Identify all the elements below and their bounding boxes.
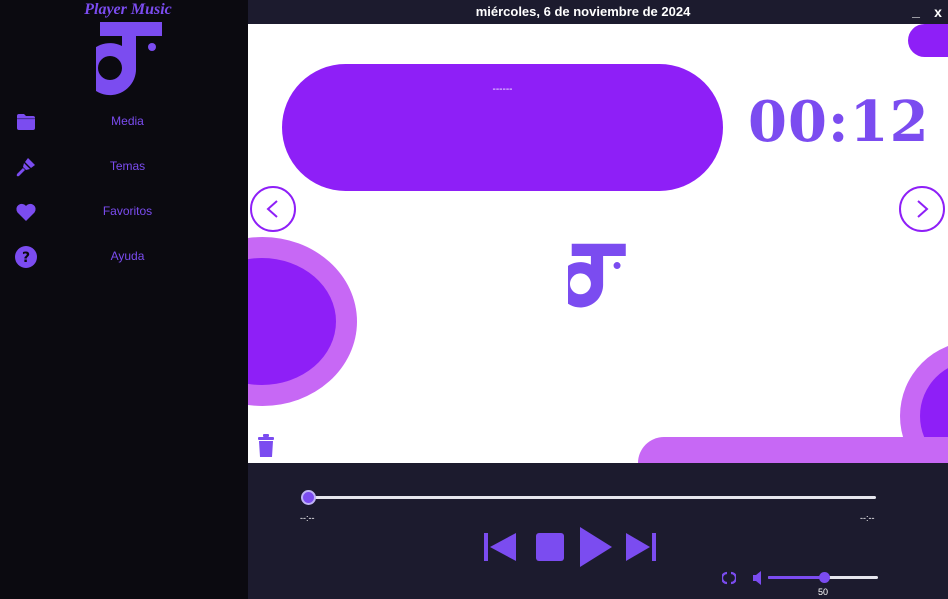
speaker-icon[interactable] xyxy=(752,571,764,585)
title-bar: miércoles, 6 de noviembre de 2024 _ x xyxy=(248,0,948,24)
sidebar-item-favoritos[interactable]: Favoritos xyxy=(0,194,248,228)
sidebar: Player Music Media Temas Favoritos ? Ayu… xyxy=(0,0,248,599)
sidebar-item-media[interactable]: Media xyxy=(0,104,248,138)
folder-icon xyxy=(17,114,35,130)
track-title: ------ xyxy=(492,84,513,95)
skip-previous-button[interactable] xyxy=(482,531,518,563)
play-button[interactable] xyxy=(578,525,614,569)
track-title-banner: ------ xyxy=(282,64,723,191)
repeat-icon[interactable] xyxy=(722,571,736,585)
sidebar-item-label: Temas xyxy=(109,159,146,173)
volume-slider-fill xyxy=(768,576,823,579)
minimize-button[interactable]: _ xyxy=(908,0,924,22)
sidebar-item-ayuda[interactable]: ? Ayuda xyxy=(0,239,248,273)
decorative-pill xyxy=(908,24,948,57)
progress-bar[interactable] xyxy=(308,496,876,499)
decorative-pill xyxy=(638,437,948,463)
current-time-display: 00:12 xyxy=(748,89,930,155)
volume-value: 50 xyxy=(817,587,828,597)
now-playing-panel: ------ 00:12 xyxy=(248,24,948,463)
heart-icon xyxy=(16,203,36,221)
help-icon: ? xyxy=(15,246,37,268)
volume-handle[interactable] xyxy=(819,572,830,583)
app-title: Player Music xyxy=(84,1,172,18)
previous-track-arrow[interactable] xyxy=(250,186,296,232)
sidebar-item-temas[interactable]: Temas xyxy=(0,149,248,183)
music-note-logo-icon xyxy=(96,22,162,96)
total-time: --:-- xyxy=(860,513,875,523)
next-track-arrow[interactable] xyxy=(899,186,945,232)
chevron-left-icon xyxy=(266,200,278,218)
trash-icon[interactable] xyxy=(256,434,276,458)
sidebar-item-label: Ayuda xyxy=(110,249,145,263)
chevron-right-icon xyxy=(917,200,929,218)
progress-handle[interactable] xyxy=(301,490,316,505)
elapsed-time: --:-- xyxy=(300,513,315,523)
close-button[interactable]: x xyxy=(930,0,946,22)
music-note-logo-icon xyxy=(568,243,626,308)
sidebar-item-label: Favoritos xyxy=(102,204,153,218)
skip-next-button[interactable] xyxy=(624,531,658,563)
app-window: Player Music Media Temas Favoritos ? Ayu… xyxy=(0,0,948,599)
date-label: miércoles, 6 de noviembre de 2024 xyxy=(475,4,691,19)
svg-text:?: ? xyxy=(22,250,30,266)
paint-brush-icon xyxy=(16,158,35,177)
sidebar-item-label: Media xyxy=(111,114,144,128)
player-controls: --:-- --:-- 50 xyxy=(248,463,948,599)
stop-button[interactable] xyxy=(536,533,564,561)
